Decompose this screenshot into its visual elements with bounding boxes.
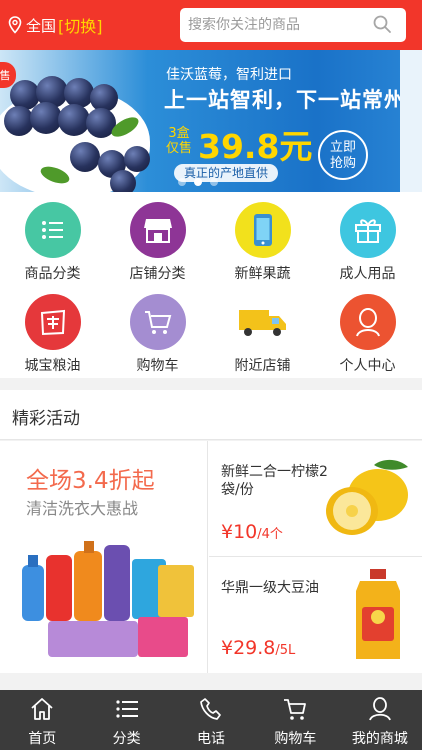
product-price-unit: /5L: [275, 643, 296, 658]
category-item-profile[interactable]: 个人中心: [315, 284, 420, 376]
blueberry: [64, 78, 94, 108]
blueberry: [110, 170, 136, 192]
location-pin-icon: [8, 16, 22, 34]
category-item-nearby[interactable]: 附近店铺: [210, 284, 315, 376]
laundry-products-image: [22, 541, 194, 657]
product-price-value: ¥10: [221, 521, 258, 543]
promo-card-laundry[interactable]: 全场3.4折起 清洁洗衣大惠战: [0, 441, 208, 673]
activity-section: 全场3.4折起 清洁洗衣大惠战 新鲜二合一柠檬2袋/份 ¥10/4个 华鼎一级大…: [0, 441, 422, 673]
search-icon[interactable]: [372, 14, 392, 34]
product-name: 华鼎一级大豆油: [221, 580, 319, 596]
banner-quantity-bottom: 仅售: [166, 141, 193, 156]
product-card-soybean-oil[interactable]: 华鼎一级大豆油 ¥29.8/5L: [209, 557, 422, 673]
category-item-stores[interactable]: 店铺分类: [105, 192, 210, 284]
nav-label: 购物车: [274, 731, 317, 747]
product-price-unit: /4个: [257, 527, 283, 542]
banner-headline: 上一站智利，下一站常州: [164, 88, 406, 112]
product-price: ¥10/4个: [221, 521, 283, 543]
category-icon-circle: [234, 294, 291, 350]
category-label: 成人用品: [339, 266, 396, 282]
location-selector[interactable]: 全国 [切换]: [8, 13, 103, 37]
blueberry: [70, 142, 100, 172]
search-input[interactable]: [188, 17, 368, 33]
gift-icon: [354, 219, 381, 243]
product-price-value: ¥29.8: [221, 637, 276, 659]
category-item-fresh[interactable]: 新鲜果蔬: [210, 192, 315, 284]
nav-item-category[interactable]: 分类: [84, 690, 168, 750]
lemon-image: [326, 459, 408, 535]
category-icon-circle: [234, 202, 291, 258]
person-icon: [355, 308, 380, 337]
category-item-goods[interactable]: 商品分类: [0, 192, 105, 284]
search-box[interactable]: [180, 8, 406, 42]
nav-label: 我的商城: [351, 731, 408, 747]
store-icon: [143, 219, 172, 243]
category-grid: 商品分类 店铺分类 新鲜果蔬 成人用品 城宝粮油 购物车 附近店铺 个人中心: [0, 192, 422, 378]
activity-title: 精彩活动: [12, 409, 80, 429]
buy-now-button[interactable]: 立即 抢购: [318, 130, 368, 180]
nav-item-cart[interactable]: 购物车: [253, 690, 337, 750]
category-icon-circle: [339, 294, 396, 350]
blueberry: [124, 146, 150, 172]
home-icon: [31, 698, 53, 720]
oil-bottle-image: [356, 569, 400, 659]
promo-title: 全场3.4折起: [26, 468, 155, 494]
truck-icon: [238, 310, 286, 336]
category-icon-circle: [129, 294, 186, 350]
location-label: 全国: [26, 16, 57, 35]
cart-icon: [284, 699, 307, 720]
nav-label: 电话: [197, 731, 226, 747]
category-label: 附近店铺: [234, 358, 291, 374]
nav-item-my-mall[interactable]: 我的商城: [338, 690, 422, 750]
product-name: 新鲜二合一柠檬2袋/份: [221, 464, 328, 498]
banner-price: 39.8元: [198, 127, 313, 166]
category-icon-circle: [339, 202, 396, 258]
pagination-dot[interactable]: [178, 178, 186, 186]
phone-call-icon: [200, 698, 221, 720]
pagination-dot-active[interactable]: [194, 178, 202, 186]
category-icon-circle: [129, 202, 186, 258]
list-icon: [116, 700, 138, 718]
category-item-adult[interactable]: 成人用品: [315, 192, 420, 284]
nav-item-home[interactable]: 首页: [0, 690, 84, 750]
switch-location-link[interactable]: [切换]: [58, 13, 103, 37]
category-label: 商品分类: [24, 266, 81, 282]
category-label: 个人中心: [339, 358, 396, 374]
category-icon-circle: [24, 294, 81, 350]
banner-subtitle: 佳沃蓝莓，智利进口: [166, 67, 292, 83]
promo-subtitle: 清洁洗衣大惠战: [26, 499, 139, 518]
banner-pagination: [178, 178, 218, 186]
category-icon-circle: [24, 202, 81, 258]
list-icon: [41, 221, 63, 239]
nav-label: 分类: [112, 731, 141, 747]
category-label: 店铺分类: [129, 266, 186, 282]
activity-section-header: 精彩活动: [0, 390, 422, 440]
app-screen: 全国 [切换] 售 佳沃蓝莓，智利进口 上一站智利，下一站常州: [0, 0, 422, 750]
user-icon: [368, 697, 391, 721]
pagination-dot[interactable]: [210, 178, 218, 186]
header-bar: 全国 [切换]: [0, 0, 422, 50]
category-label: 购物车: [136, 358, 179, 374]
category-item-grain[interactable]: 城宝粮油: [0, 284, 105, 376]
nav-item-phone[interactable]: 电话: [169, 690, 253, 750]
promo-banner[interactable]: 售 佳沃蓝莓，智利进口 上一站智利，下一站常州 3盒 仅售 39.8元 真正的产…: [0, 50, 422, 192]
bottom-nav: 首页 分类 电话 购物车 我的商城: [0, 690, 422, 750]
nav-label: 首页: [28, 731, 57, 747]
banner-quantity: 3盒 仅售: [166, 126, 192, 156]
category-item-cart[interactable]: 购物车: [105, 284, 210, 376]
category-label: 新鲜果蔬: [234, 266, 291, 282]
category-label: 城宝粮油: [24, 358, 81, 374]
cart-icon: [144, 311, 171, 334]
product-price: ¥29.8/5L: [221, 637, 295, 659]
product-card-lemon[interactable]: 新鲜二合一柠檬2袋/份 ¥10/4个: [209, 441, 422, 557]
phone-icon: [253, 214, 272, 246]
banner-quantity-top: 3盒: [168, 126, 190, 141]
next-slide-preview: [400, 50, 422, 192]
grain-icon: [40, 309, 65, 336]
